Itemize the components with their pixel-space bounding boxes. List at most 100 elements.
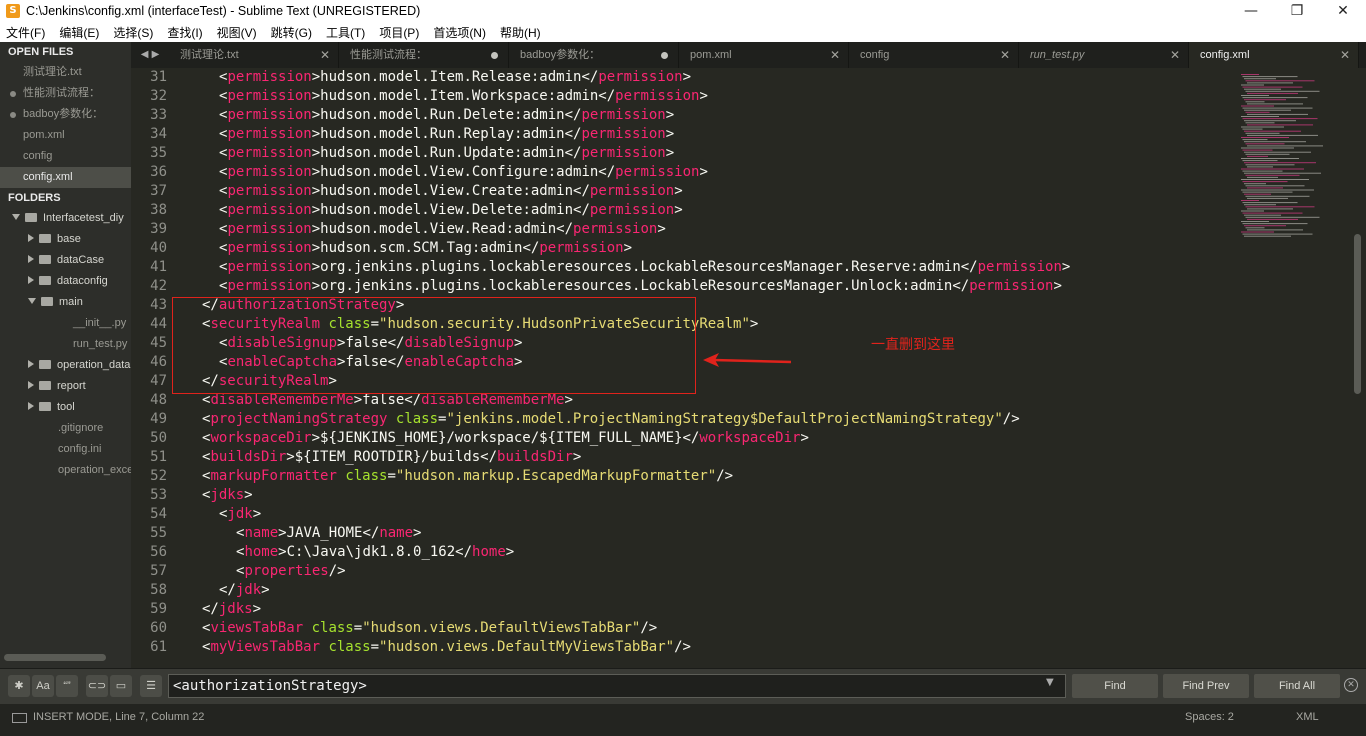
menu-item[interactable]: 文件(F)	[6, 24, 45, 41]
find-input[interactable]: <authorizationStrategy>	[168, 674, 1066, 698]
folder-item[interactable]: report	[0, 376, 131, 397]
tab-5[interactable]: run_test.py ✕	[1019, 42, 1189, 68]
code-line[interactable]: <permission>hudson.model.Item.Workspace:…	[185, 87, 1225, 106]
disclosure-closed-icon[interactable]	[28, 360, 34, 368]
tab-1[interactable]: 性能测试流程：	[339, 42, 509, 68]
menu-item[interactable]: 首选项(N)	[433, 24, 486, 41]
menu-item[interactable]: 帮助(H)	[500, 24, 541, 41]
code-line[interactable]: <permission>hudson.model.View.Read:admin…	[185, 220, 1225, 239]
code-line[interactable]: <viewsTabBar class="hudson.views.Default…	[185, 619, 1225, 638]
sidebar-horizontal-scrollbar[interactable]	[4, 654, 106, 661]
console-toggle-icon[interactable]	[12, 713, 27, 723]
open-file-item[interactable]: config	[0, 146, 131, 167]
tab-2[interactable]: badboy参数化：	[509, 42, 679, 68]
highlight-matches-toggle[interactable]: ☰	[140, 675, 162, 697]
code-line[interactable]: <permission>hudson.model.View.Delete:adm…	[185, 201, 1225, 220]
maximize-button[interactable]: ❐	[1274, 0, 1320, 22]
open-file-item[interactable]: 性能测试流程：	[0, 83, 131, 104]
wrap-toggle[interactable]: ⊂⊃	[86, 675, 108, 697]
code-line[interactable]: <workspaceDir>${JENKINS_HOME}/workspace/…	[185, 429, 1225, 448]
code-line[interactable]: <permission>hudson.model.Run.Delete:admi…	[185, 106, 1225, 125]
code-line[interactable]: <name>JAVA_HOME</name>	[185, 524, 1225, 543]
code-line[interactable]: <permission>hudson.model.View.Create:adm…	[185, 182, 1225, 201]
tab-close-icon[interactable]: ✕	[320, 42, 330, 68]
code-line[interactable]: </jdk>	[185, 581, 1225, 600]
vertical-scrollbar[interactable]	[1354, 234, 1361, 394]
file-item[interactable]: config.ini	[0, 439, 131, 460]
code-line[interactable]: <projectNamingStrategy class="jenkins.mo…	[185, 410, 1225, 429]
tab-next-icon[interactable]: ▶	[152, 49, 160, 60]
file-item[interactable]: .gitignore	[0, 418, 131, 439]
menu-item[interactable]: 查找(I)	[167, 24, 202, 41]
code-line[interactable]: <permission>hudson.model.Item.Release:ad…	[185, 68, 1225, 87]
code-line[interactable]: <myViewsTabBar class="hudson.views.Defau…	[185, 638, 1225, 657]
status-indentation[interactable]: Spaces: 2	[1185, 711, 1234, 723]
file-item[interactable]: run_test.py	[0, 334, 131, 355]
find-button[interactable]: Find	[1072, 674, 1158, 698]
unsaved-dot-icon[interactable]	[491, 52, 498, 59]
whole-word-toggle[interactable]: “”	[56, 675, 78, 697]
folder-item[interactable]: tool	[0, 397, 131, 418]
code-line[interactable]: <buildsDir>${ITEM_ROOTDIR}/builds</build…	[185, 448, 1225, 467]
disclosure-closed-icon[interactable]	[28, 276, 34, 284]
code-line[interactable]: <permission>org.jenkins.plugins.lockable…	[185, 258, 1225, 277]
editor[interactable]: 31 32 33 34 35 36 37 38 39 40 41 42 43 44 45 46 47 48 49 50…	[131, 68, 1366, 668]
tab-3[interactable]: pom.xml ✕	[679, 42, 849, 68]
open-file-item[interactable]: pom.xml	[0, 125, 131, 146]
menu-item[interactable]: 视图(V)	[217, 24, 257, 41]
folder-item[interactable]: Interfacetest_diy	[0, 208, 131, 229]
code-line[interactable]: <permission>hudson.model.Run.Update:admi…	[185, 144, 1225, 163]
tab-4[interactable]: config ✕	[849, 42, 1019, 68]
open-file-item[interactable]: config.xml	[0, 167, 131, 188]
find-prev-button[interactable]: Find Prev	[1163, 674, 1249, 698]
code-line[interactable]: <jdks>	[185, 486, 1225, 505]
menu-item[interactable]: 跳转(G)	[271, 24, 312, 41]
disclosure-closed-icon[interactable]	[28, 234, 34, 242]
code-line[interactable]: <home>C:\Java\jdk1.8.0_162</home>	[185, 543, 1225, 562]
in-selection-toggle[interactable]: ▭	[110, 675, 132, 697]
code-line[interactable]: <jdk>	[185, 505, 1225, 524]
open-file-item[interactable]: 测试理论.txt	[0, 62, 131, 83]
folder-item[interactable]: main	[0, 292, 131, 313]
tab-close-icon[interactable]: ✕	[830, 42, 840, 68]
folder-item[interactable]: dataconfig	[0, 271, 131, 292]
code-line[interactable]: <permission>hudson.model.View.Configure:…	[185, 163, 1225, 182]
find-history-dropdown-icon[interactable]: ▼	[1046, 677, 1054, 688]
tab-6[interactable]: config.xml ✕	[1189, 42, 1359, 68]
menu-item[interactable]: 编辑(E)	[59, 24, 99, 41]
disclosure-closed-icon[interactable]	[28, 402, 34, 410]
folder-item[interactable]: base	[0, 229, 131, 250]
menu-item[interactable]: 选择(S)	[113, 24, 153, 41]
disclosure-closed-icon[interactable]	[28, 381, 34, 389]
unsaved-dot-icon[interactable]	[661, 52, 668, 59]
tab-close-icon[interactable]: ✕	[1000, 42, 1010, 68]
disclosure-open-icon[interactable]	[12, 214, 20, 220]
tab-nav[interactable]: ◀ ▶	[131, 42, 169, 68]
tab-0[interactable]: 测试理论.txt ✕	[169, 42, 339, 68]
find-all-button[interactable]: Find All	[1254, 674, 1340, 698]
close-window-button[interactable]: ✕	[1320, 0, 1366, 22]
minimap[interactable]	[1239, 72, 1349, 242]
code-line[interactable]: <permission>org.jenkins.plugins.lockable…	[185, 277, 1225, 296]
file-item[interactable]: __init__.py	[0, 313, 131, 334]
code-line[interactable]: </jdks>	[185, 600, 1225, 619]
regex-toggle[interactable]: ✱	[8, 675, 30, 697]
code-line[interactable]: <markupFormatter class="hudson.markup.Es…	[185, 467, 1225, 486]
case-sensitive-toggle[interactable]: Aa	[32, 675, 54, 697]
code-line[interactable]: <properties/>	[185, 562, 1225, 581]
file-item[interactable]: operation_excel	[0, 460, 131, 481]
tab-close-icon[interactable]: ✕	[1170, 42, 1180, 68]
status-syntax[interactable]: XML	[1296, 711, 1319, 723]
folder-item[interactable]: dataCase	[0, 250, 131, 271]
code-line[interactable]: <permission>hudson.scm.SCM.Tag:admin</pe…	[185, 239, 1225, 258]
menu-item[interactable]: 工具(T)	[326, 24, 365, 41]
minimize-button[interactable]: —	[1228, 0, 1274, 22]
disclosure-closed-icon[interactable]	[28, 255, 34, 263]
menu-item[interactable]: 项目(P)	[379, 24, 419, 41]
disclosure-open-icon[interactable]	[28, 298, 36, 304]
tab-prev-icon[interactable]: ◀	[141, 49, 149, 60]
close-find-panel-icon[interactable]: ✕	[1344, 678, 1358, 692]
folder-item[interactable]: operation_data	[0, 355, 131, 376]
open-file-item[interactable]: badboy参数化：	[0, 104, 131, 125]
code-line[interactable]: <permission>hudson.model.Run.Replay:admi…	[185, 125, 1225, 144]
